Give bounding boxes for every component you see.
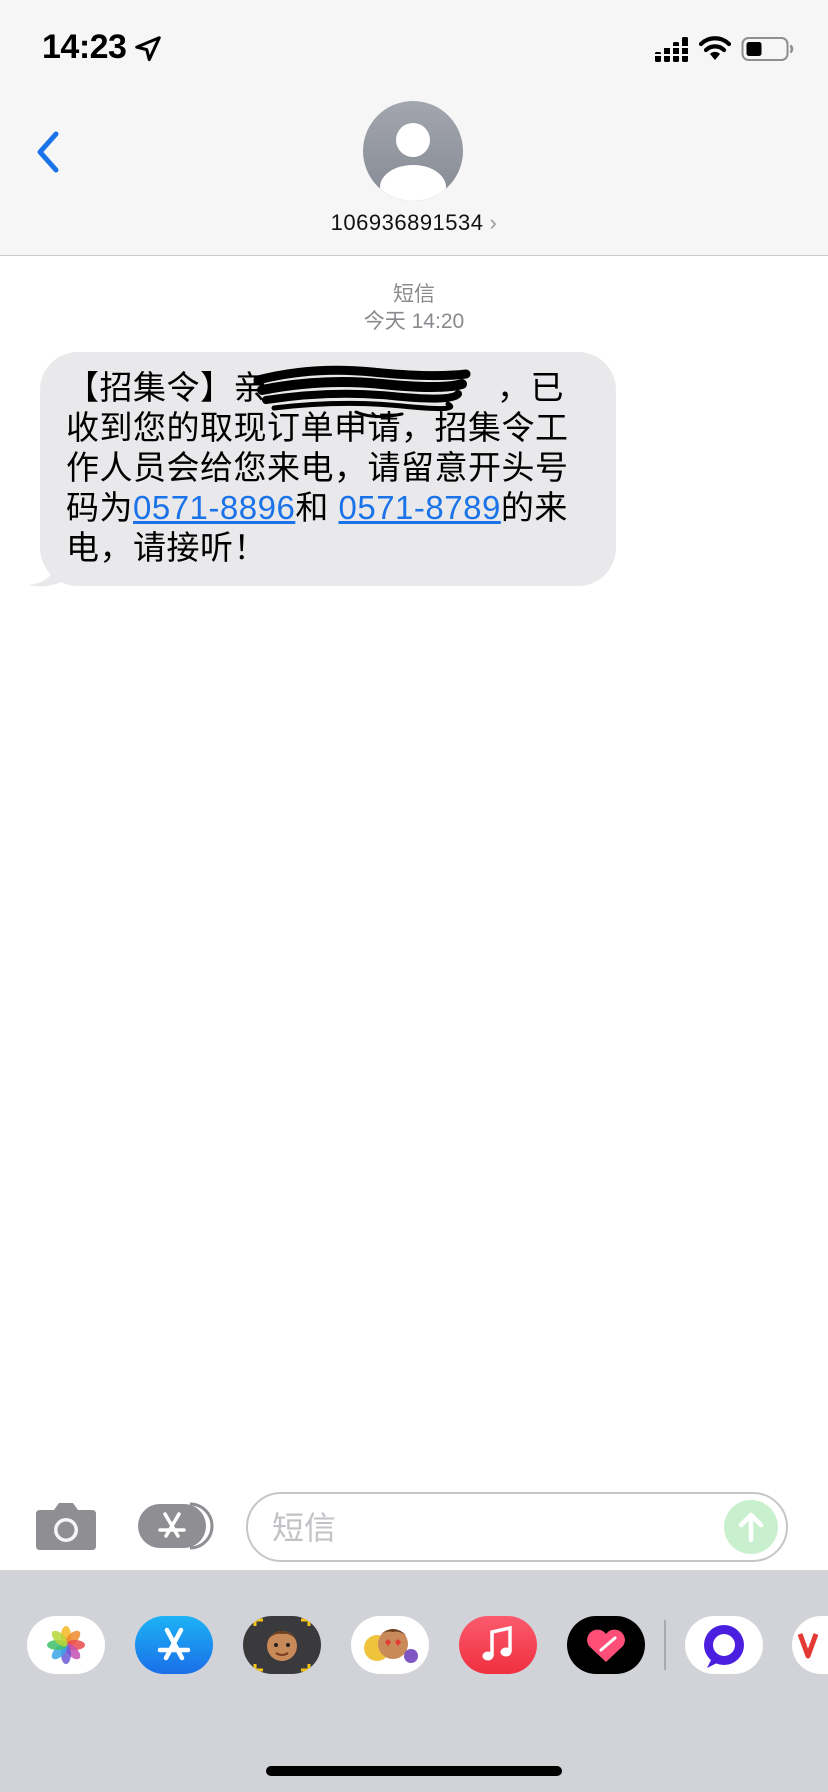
partial-app-icon[interactable] xyxy=(792,1616,828,1674)
message-input-field[interactable] xyxy=(246,1492,788,1562)
camera-icon[interactable] xyxy=(34,1500,98,1552)
chat-app-icon[interactable] xyxy=(685,1616,763,1674)
conversation-header: 14:23 106936891534 › xyxy=(0,0,828,256)
drawer-divider xyxy=(664,1620,666,1670)
contact-number-text: 106936891534 xyxy=(330,210,484,235)
arrow-up-icon xyxy=(738,1512,764,1543)
phone-link-1[interactable]: 0571-8896 xyxy=(133,489,295,526)
service-label: 短信 xyxy=(393,283,435,306)
redaction-scribble xyxy=(253,365,471,419)
phone-link-2[interactable]: 0571-8789 xyxy=(339,489,501,526)
location-arrow-icon xyxy=(135,36,161,62)
status-time: 14:23 xyxy=(42,28,127,66)
message-input[interactable] xyxy=(272,1508,712,1548)
contact-avatar[interactable] xyxy=(363,101,463,201)
app-store-icon[interactable] xyxy=(135,1616,213,1674)
battery-icon xyxy=(741,37,794,61)
send-button[interactable] xyxy=(724,1500,778,1554)
wifi-icon xyxy=(698,36,732,60)
animoji-icon[interactable] xyxy=(351,1616,429,1674)
photos-icon[interactable] xyxy=(27,1616,105,1674)
message-segment: 【招集令】亲 xyxy=(66,369,267,406)
digital-touch-icon[interactable] xyxy=(567,1616,645,1674)
compose-bar xyxy=(0,1480,828,1570)
home-indicator[interactable] xyxy=(266,1766,562,1776)
chevron-right-icon: › xyxy=(489,210,498,235)
music-icon[interactable] xyxy=(459,1616,537,1674)
memoji-icon[interactable] xyxy=(243,1616,321,1674)
message-segment: 和 xyxy=(295,489,329,526)
status-bar: 14:23 xyxy=(0,0,828,100)
app-drawer xyxy=(0,1570,828,1792)
message-timestamp: 今天 14:20 xyxy=(363,310,465,333)
thread-meta: 短信 今天 14:20 xyxy=(0,281,828,335)
back-button[interactable] xyxy=(30,128,66,176)
contact-number[interactable]: 106936891534 › xyxy=(0,210,828,236)
app-store-icon[interactable] xyxy=(138,1502,214,1550)
person-icon xyxy=(380,123,446,201)
signal-icon xyxy=(655,37,688,62)
